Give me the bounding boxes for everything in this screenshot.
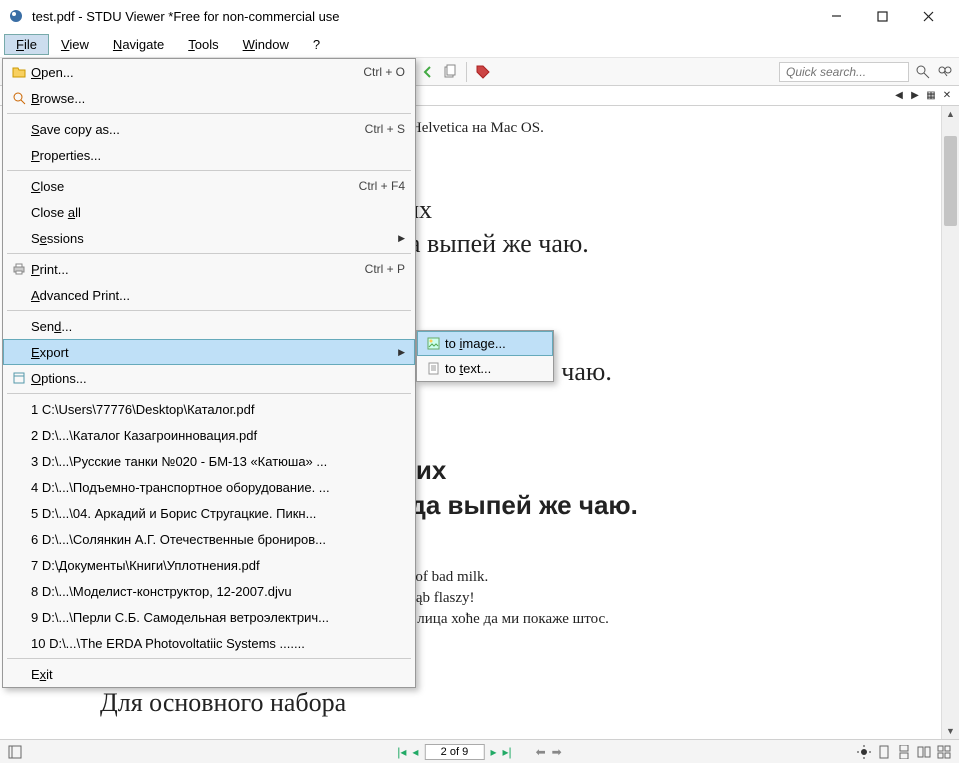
menu-item-recent[interactable]: 3 D:\...\Русские танки №020 - БМ-13 «Кат… bbox=[3, 448, 415, 474]
image-icon bbox=[421, 337, 445, 350]
menu-window[interactable]: Window bbox=[231, 34, 301, 55]
nav-back-button[interactable]: ⬅ bbox=[536, 745, 546, 759]
menu-item-recent[interactable]: 9 D:\...\Перли С.Б. Самодельная ветроэле… bbox=[3, 604, 415, 630]
first-page-button[interactable]: |◂ bbox=[397, 745, 406, 759]
tab-close-icon[interactable]: ✕ bbox=[941, 90, 953, 102]
menu-item-options[interactable]: Options... bbox=[3, 365, 415, 391]
last-page-button[interactable]: ▸| bbox=[502, 745, 511, 759]
menu-tools[interactable]: Tools bbox=[176, 34, 230, 55]
window-title: test.pdf - STDU Viewer *Free for non-com… bbox=[32, 9, 813, 24]
quick-search-input[interactable] bbox=[779, 62, 909, 82]
search-next-icon[interactable] bbox=[937, 64, 953, 80]
single-page-icon[interactable] bbox=[877, 745, 891, 759]
app-icon bbox=[8, 8, 24, 24]
submenu-to-image[interactable]: to image... bbox=[417, 331, 553, 356]
tab-grid-icon[interactable]: ▦ bbox=[925, 90, 937, 102]
page-input[interactable] bbox=[424, 744, 484, 760]
search-icon[interactable] bbox=[915, 64, 931, 80]
continuous-page-icon[interactable] bbox=[897, 745, 911, 759]
facing-page-icon[interactable] bbox=[917, 745, 931, 759]
scroll-down-icon[interactable]: ▼ bbox=[942, 723, 959, 739]
menu-item-export[interactable]: Export▶ bbox=[3, 339, 415, 365]
menu-item-recent[interactable]: 6 D:\...\Солянкин А.Г. Отечественные бро… bbox=[3, 526, 415, 552]
menu-file[interactable]: File bbox=[4, 34, 49, 55]
statusbar: |◂ ◂ ▸ ▸| ⬅ ➡ bbox=[0, 739, 959, 763]
menu-item-properties[interactable]: Properties... bbox=[3, 142, 415, 168]
menubar: File View Navigate Tools Window ? bbox=[0, 32, 959, 58]
grid-page-icon[interactable] bbox=[937, 745, 951, 759]
menu-item-advanced-print[interactable]: Advanced Print... bbox=[3, 282, 415, 308]
nav-forward-button[interactable]: ➡ bbox=[552, 745, 562, 759]
layout-icon[interactable] bbox=[8, 745, 22, 759]
file-menu-dropdown: Open...Ctrl + O Browse... Save copy as..… bbox=[2, 58, 416, 688]
export-submenu: to image... to text... bbox=[416, 330, 554, 382]
options-icon bbox=[7, 371, 31, 385]
text-icon bbox=[421, 362, 445, 375]
menu-item-open[interactable]: Open...Ctrl + O bbox=[3, 59, 415, 85]
menu-item-send[interactable]: Send... bbox=[3, 313, 415, 339]
menu-item-sessions[interactable]: Sessions▶ bbox=[3, 225, 415, 251]
menu-item-save-copy[interactable]: Save copy as...Ctrl + S bbox=[3, 116, 415, 142]
next-page-button[interactable]: ▸ bbox=[490, 745, 496, 759]
menu-item-exit[interactable]: Exit bbox=[3, 661, 415, 687]
menu-item-recent[interactable]: 4 D:\...\Подъемно-транспортное оборудова… bbox=[3, 474, 415, 500]
menu-item-recent[interactable]: 10 D:\...\The ERDA Photovoltatiic System… bbox=[3, 630, 415, 656]
titlebar: test.pdf - STDU Viewer *Free for non-com… bbox=[0, 0, 959, 32]
maximize-button[interactable] bbox=[859, 1, 905, 31]
scroll-thumb[interactable] bbox=[944, 136, 957, 226]
copy-icon[interactable] bbox=[442, 64, 458, 80]
vertical-scrollbar[interactable]: ▲ ▼ bbox=[941, 106, 959, 739]
menu-navigate[interactable]: Navigate bbox=[101, 34, 176, 55]
menu-item-close[interactable]: CloseCtrl + F4 bbox=[3, 173, 415, 199]
brightness-icon[interactable] bbox=[857, 745, 871, 759]
back-icon[interactable] bbox=[420, 64, 436, 80]
menu-item-recent[interactable]: 2 D:\...\Каталог Казагроинновация.pdf bbox=[3, 422, 415, 448]
close-button[interactable] bbox=[905, 1, 951, 31]
tag-icon[interactable] bbox=[475, 64, 491, 80]
menu-item-recent[interactable]: 5 D:\...\04. Аркадий и Борис Стругацкие.… bbox=[3, 500, 415, 526]
menu-item-close-all[interactable]: Close all bbox=[3, 199, 415, 225]
submenu-to-text[interactable]: to text... bbox=[417, 356, 553, 381]
doc-text: Для основного набора bbox=[100, 688, 911, 718]
browse-icon bbox=[7, 91, 31, 105]
print-icon bbox=[7, 262, 31, 276]
minimize-button[interactable] bbox=[813, 1, 859, 31]
menu-item-recent[interactable]: 8 D:\...\Моделист-конструктор, 12-2007.d… bbox=[3, 578, 415, 604]
menu-view[interactable]: View bbox=[49, 34, 101, 55]
scroll-up-icon[interactable]: ▲ bbox=[942, 106, 959, 122]
tab-next-icon[interactable]: ▶ bbox=[909, 90, 921, 102]
menu-item-browse[interactable]: Browse... bbox=[3, 85, 415, 111]
folder-open-icon bbox=[7, 65, 31, 79]
menu-help[interactable]: ? bbox=[301, 34, 332, 55]
menu-item-print[interactable]: Print...Ctrl + P bbox=[3, 256, 415, 282]
prev-page-button[interactable]: ◂ bbox=[412, 745, 418, 759]
tab-prev-icon[interactable]: ◀ bbox=[893, 90, 905, 102]
menu-item-recent[interactable]: 1 C:\Users\77776\Desktop\Каталог.pdf bbox=[3, 396, 415, 422]
menu-item-recent[interactable]: 7 D:\Документы\Книги\Уплотнения.pdf bbox=[3, 552, 415, 578]
